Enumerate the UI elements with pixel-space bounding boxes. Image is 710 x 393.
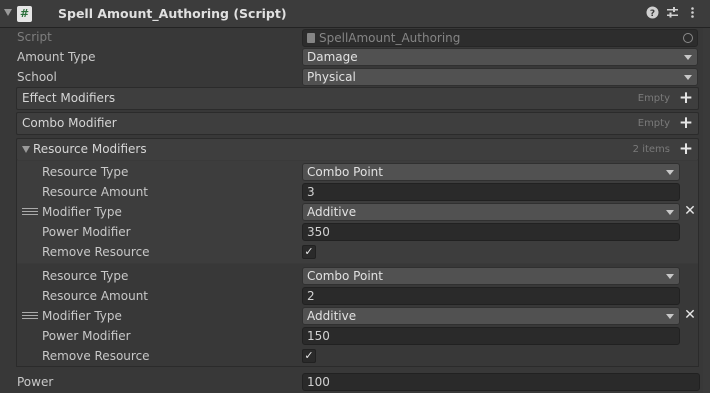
- power-modifier-field[interactable]: 350: [302, 223, 680, 241]
- remove-resource-checkbox[interactable]: ✓: [302, 245, 316, 259]
- remove-resource-label: Remove Resource: [42, 245, 150, 259]
- kebab-menu-icon[interactable]: [685, 6, 699, 20]
- modifier-type-dropdown[interactable]: Additive: [302, 203, 680, 221]
- object-picker-icon: [683, 33, 693, 43]
- component-title: Spell Amount_Authoring (Script): [58, 6, 287, 21]
- combo-modifier-label: Combo Modifier: [22, 116, 117, 130]
- power-modifier-field[interactable]: 150: [302, 327, 680, 345]
- svg-text:?: ?: [649, 9, 654, 19]
- effect-modifiers-label: Effect Modifiers: [22, 91, 116, 105]
- power-modifier-label: Power Modifier: [42, 225, 131, 239]
- collapse-arrow-icon[interactable]: [4, 9, 12, 16]
- remove-resource-checkbox[interactable]: ✓: [302, 349, 316, 363]
- dropdown-arrow-icon: [684, 75, 692, 80]
- amount-type-label: Amount Type: [17, 50, 96, 64]
- power-label: Power: [17, 375, 54, 389]
- add-resource-modifier-plus-icon[interactable]: +: [677, 140, 695, 158]
- modifier-type-value: Additive: [307, 205, 357, 219]
- scrollbar-track[interactable]: [703, 28, 710, 393]
- remove-element-close-icon[interactable]: ✕: [684, 308, 696, 322]
- amount-type-dropdown[interactable]: Damage: [302, 48, 698, 66]
- foldout-arrow-icon[interactable]: [22, 146, 30, 153]
- resource-type-dropdown[interactable]: Combo Point: [302, 267, 680, 285]
- modifier-type-label: Modifier Type: [42, 309, 122, 323]
- modifier-type-label: Modifier Type: [42, 205, 122, 219]
- combo-modifier-status: Empty: [637, 118, 670, 129]
- dropdown-arrow-icon: [666, 274, 674, 279]
- school-label: School: [17, 70, 57, 84]
- dropdown-arrow-icon: [666, 314, 674, 319]
- script-value: SpellAmount_Authoring: [319, 31, 461, 45]
- drag-handle-icon[interactable]: [22, 208, 38, 218]
- drag-handle-icon[interactable]: [22, 312, 38, 322]
- combo-modifier-list[interactable]: Combo Modifier Empty +: [16, 112, 699, 135]
- dropdown-arrow-icon: [666, 170, 674, 175]
- resource-type-label: Resource Type: [42, 269, 129, 283]
- script-icon: #: [17, 6, 32, 22]
- resource-modifiers-label: Resource Modifiers: [33, 142, 147, 156]
- school-value: Physical: [307, 70, 356, 84]
- resource-amount-label: Resource Amount: [42, 289, 149, 303]
- effect-modifiers-status: Empty: [637, 93, 670, 104]
- component-header[interactable]: # Spell Amount_Authoring (Script) ?: [0, 0, 710, 28]
- dropdown-arrow-icon: [666, 210, 674, 215]
- resource-amount-field[interactable]: 3: [302, 183, 680, 201]
- resource-modifiers-count: 2 items: [632, 144, 670, 155]
- preset-icon[interactable]: [665, 6, 679, 20]
- power-modifier-label: Power Modifier: [42, 329, 131, 343]
- resource-amount-field[interactable]: 2: [302, 287, 680, 305]
- power-field[interactable]: 100: [302, 373, 700, 391]
- help-icon[interactable]: ?: [645, 6, 659, 20]
- remove-element-close-icon[interactable]: ✕: [684, 204, 696, 218]
- script-object-field: SpellAmount_Authoring: [302, 29, 698, 47]
- resource-type-label: Resource Type: [42, 165, 129, 179]
- resource-amount-label: Resource Amount: [42, 185, 149, 199]
- resource-type-dropdown[interactable]: Combo Point: [302, 163, 680, 181]
- resource-type-value: Combo Point: [307, 269, 383, 283]
- script-label: Script: [17, 30, 52, 44]
- amount-type-value: Damage: [307, 50, 358, 64]
- remove-resource-label: Remove Resource: [42, 349, 150, 363]
- add-effect-modifier-plus-icon[interactable]: +: [677, 89, 695, 107]
- modifier-type-value: Additive: [307, 309, 357, 323]
- script-file-icon: [307, 33, 315, 43]
- modifier-type-dropdown[interactable]: Additive: [302, 307, 680, 325]
- resource-modifiers-header[interactable]: Resource Modifiers 2 items +: [16, 138, 699, 161]
- effect-modifiers-list[interactable]: Effect Modifiers Empty +: [16, 87, 699, 110]
- school-dropdown[interactable]: Physical: [302, 68, 698, 86]
- resource-type-value: Combo Point: [307, 165, 383, 179]
- dropdown-arrow-icon: [684, 55, 692, 60]
- add-combo-modifier-plus-icon[interactable]: +: [677, 114, 695, 132]
